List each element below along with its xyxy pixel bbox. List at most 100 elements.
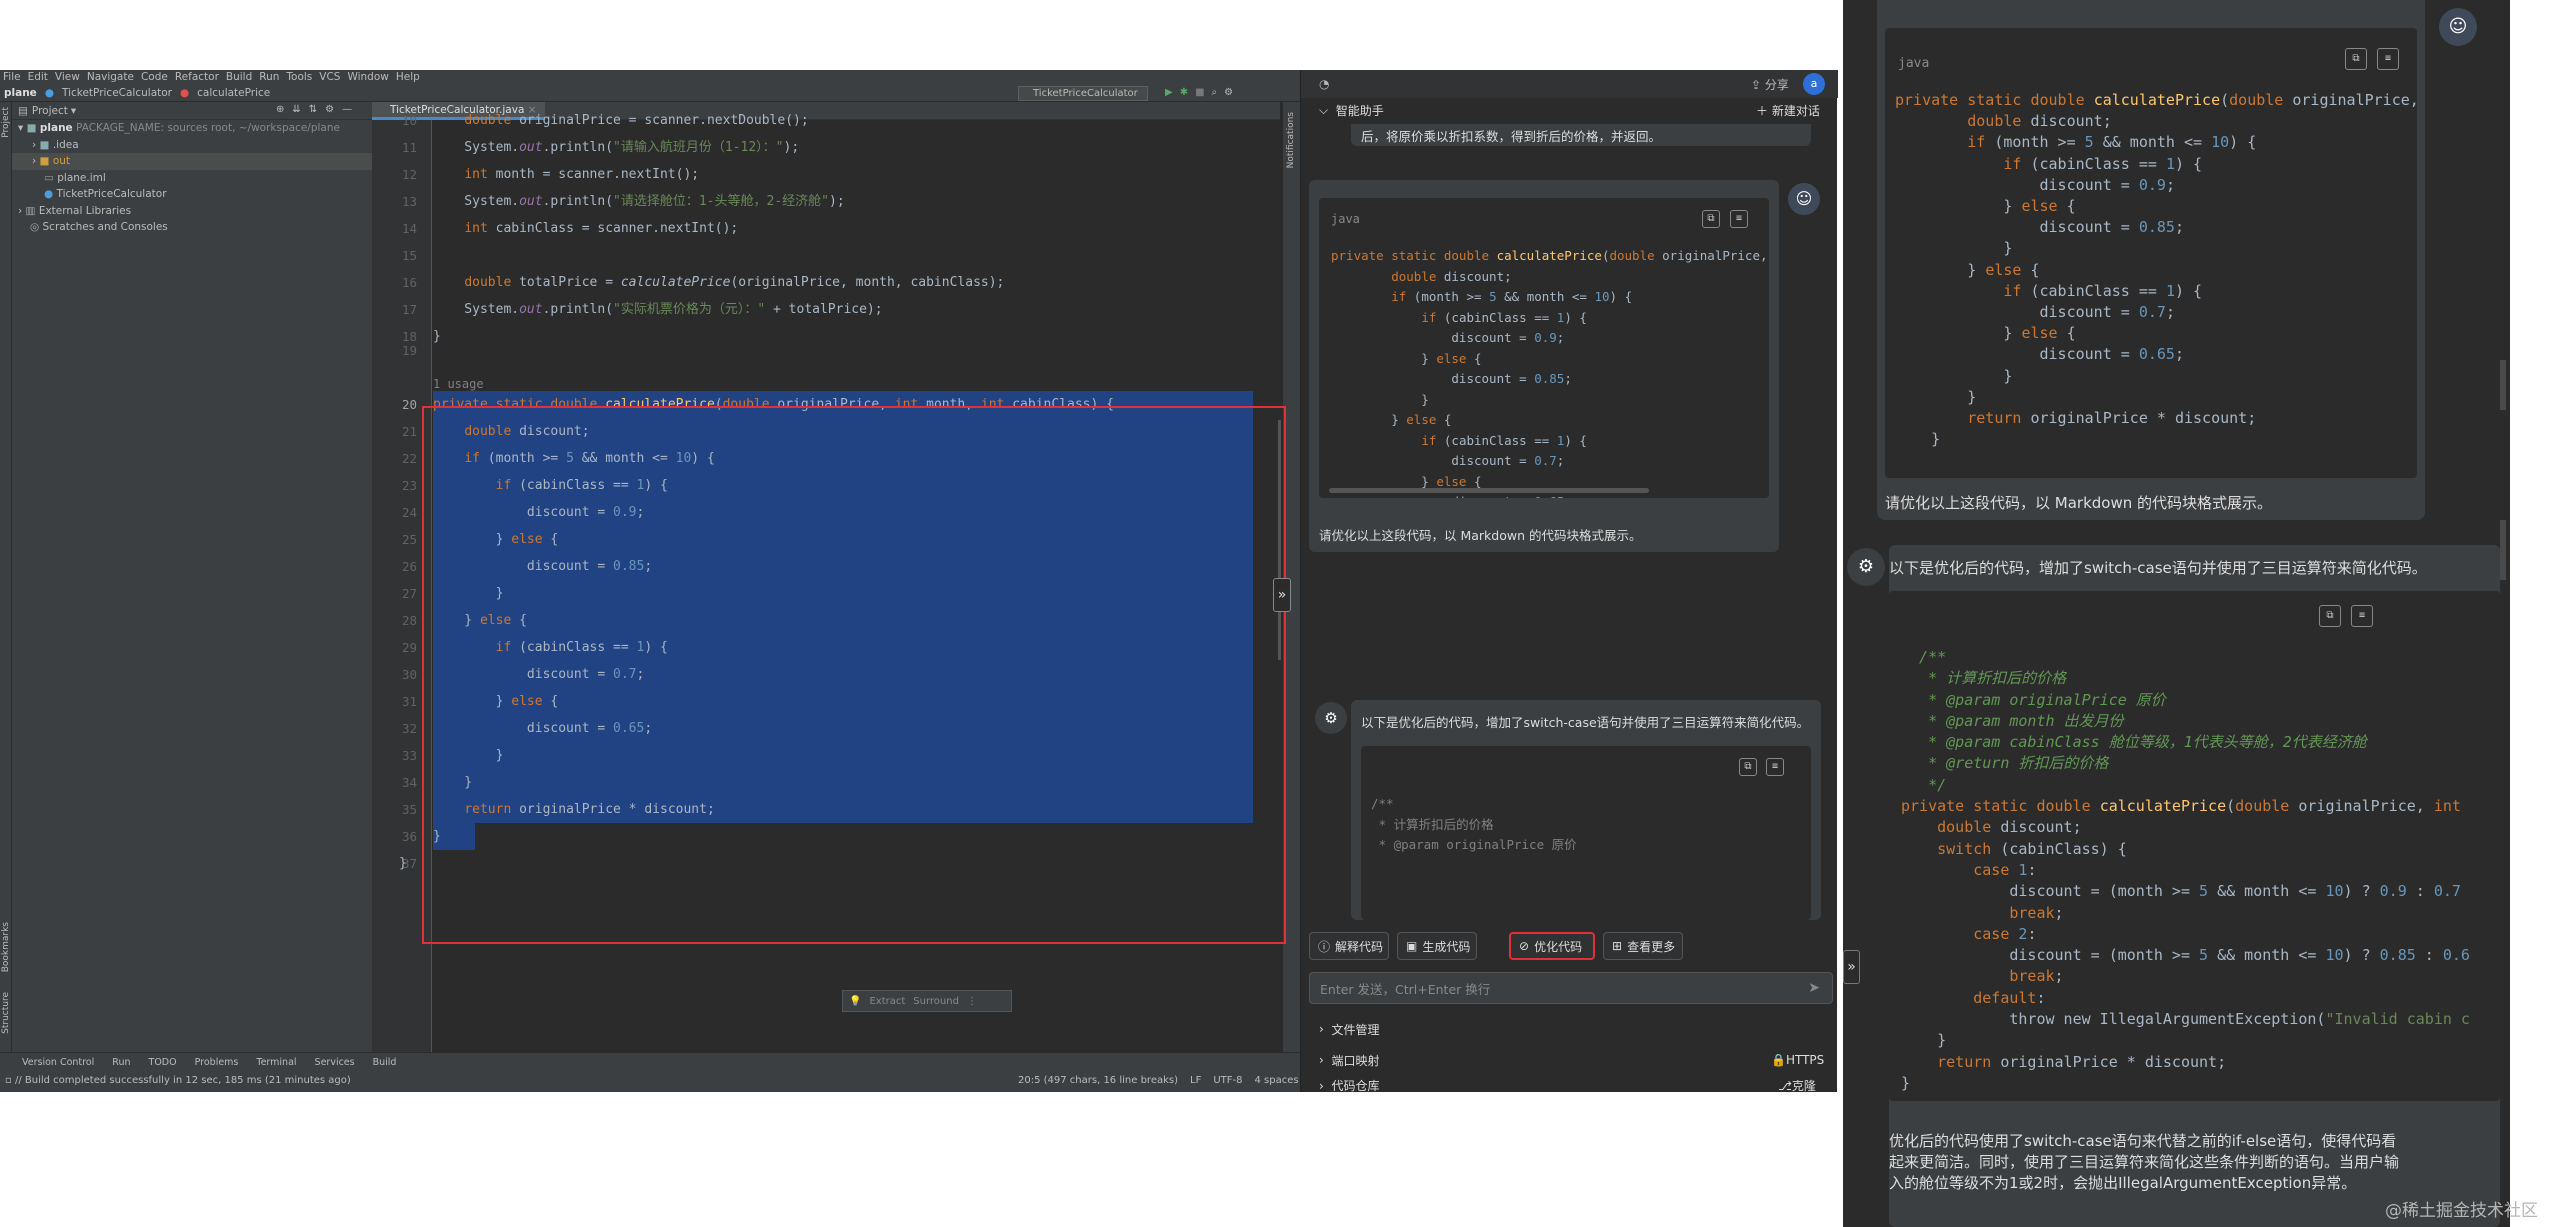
copy-icon[interactable]: ⧉ [1739, 758, 1757, 776]
bookmarks-tool-tab[interactable]: Bookmarks [1, 922, 11, 972]
menu-item[interactable]: Help [396, 71, 420, 83]
code-block[interactable]: ⧉ ≡ /** * 计算折扣后的价格 * @param originalPric… [1361, 746, 1811, 920]
tree-item-external-libraries[interactable]: › ▥ External Libraries [12, 203, 372, 220]
code-line: int month = scanner.nextInt(); [464, 167, 700, 182]
check-circle-icon: ⊘ [1519, 939, 1530, 953]
bottom-tab[interactable]: Services [315, 1057, 355, 1068]
insert-icon[interactable]: ≡ [2377, 48, 2399, 70]
locate-icon[interactable]: ⊕ [276, 104, 284, 115]
bottom-tool-tabs: Version Control Run TODO Problems Terminal Se… [0, 1053, 1300, 1068]
section-port-mapping[interactable]: › 端口映射 🔒HTTPS [1301, 1048, 1838, 1072]
insert-icon[interactable]: ≡ [1766, 758, 1784, 776]
menu-item[interactable]: Run [259, 71, 279, 83]
surround-action[interactable]: Surround [913, 996, 959, 1007]
bottom-tab[interactable]: Run [112, 1057, 130, 1068]
breadcrumb-method[interactable]: calculatePrice [197, 87, 270, 99]
stop-icon[interactable]: ■ [1195, 87, 1204, 98]
extract-action[interactable]: Extract [869, 996, 905, 1007]
breadcrumb-project[interactable]: plane [4, 87, 37, 99]
new-chat-button[interactable]: ＋ 新建对话 [1756, 102, 1820, 119]
expand-all-icon[interactable]: ⇅ [309, 104, 317, 115]
bottom-tab[interactable]: Terminal [256, 1057, 296, 1068]
java-class-icon: ● [44, 188, 54, 200]
ide-window: File Edit View Navigate Code Refactor Build Run… [0, 70, 1838, 1092]
run-icon[interactable]: ▶ [1165, 87, 1173, 98]
menu-item[interactable]: Tools [286, 71, 312, 83]
menu-item[interactable]: Refactor [175, 71, 219, 83]
menu-item[interactable]: Code [141, 71, 168, 83]
code-block[interactable]: java ⧉ ≡ private static double calculate… [1885, 28, 2417, 478]
project-panel-title[interactable]: Project [32, 105, 68, 117]
explain-code-button[interactable]: ⓘ 解释代码 [1309, 932, 1389, 960]
insert-icon[interactable]: ≡ [2351, 605, 2373, 627]
collapse-all-icon[interactable]: ⇊ [292, 104, 300, 115]
section-code-repo[interactable]: › 代码仓库 ⎇克隆 [1301, 1079, 1838, 1092]
send-icon[interactable]: ➤ [1808, 980, 1820, 996]
tree-item-plane[interactable]: ▾ ■ plane PACKAGE_NAME: sources root, ~/… [12, 120, 372, 137]
scroll-thumb[interactable] [2500, 360, 2506, 410]
left-tool-strip: Project Bookmarks Structure [0, 102, 12, 1052]
search-icon[interactable]: ⌕ [1212, 87, 1218, 98]
bottom-tab[interactable]: Version Control [22, 1057, 94, 1068]
chevron-down-icon[interactable]: ⌵ [1319, 103, 1328, 118]
status-indicator[interactable]: 20:5 (497 chars, 16 line breaks) [1018, 1075, 1178, 1086]
bottom-tab[interactable]: TODO [149, 1057, 177, 1068]
tree-item-out[interactable]: › ■ out [12, 153, 372, 170]
menu-item[interactable]: Navigate [87, 71, 134, 83]
menu-item[interactable]: VCS [319, 71, 340, 83]
bottom-tab[interactable]: Build [373, 1057, 397, 1068]
notifications-tool-tab[interactable]: Notifications [1286, 112, 1296, 168]
copy-icon[interactable]: ⧉ [2345, 48, 2367, 70]
code-hscrollbar[interactable] [1329, 488, 1649, 493]
copy-icon[interactable]: ⧉ [1702, 210, 1720, 228]
copy-icon[interactable]: ⧉ [2319, 605, 2341, 627]
debug-icon[interactable]: ✱ [1180, 87, 1188, 98]
code-line: double originalPrice = scanner.nextDoubl… [464, 113, 809, 128]
breadcrumb-class[interactable]: TicketPriceCalculator [62, 87, 172, 99]
status-indicator[interactable]: UTF-8 [1213, 1075, 1242, 1086]
more-icon[interactable]: ⋮ [967, 996, 977, 1007]
menu-item[interactable]: View [55, 71, 80, 83]
code-block[interactable]: java ⧉ ≡ private static double calculate… [1319, 198, 1769, 498]
line-number: 12 [401, 167, 417, 182]
settings-icon[interactable]: ⚙ [1224, 87, 1233, 98]
status-message[interactable]: ▫ // Build completed successfully in 12 … [5, 1075, 351, 1086]
tree-item-idea[interactable]: › ■ .idea [12, 137, 372, 154]
menu-item[interactable]: File [3, 71, 21, 83]
optimize-code-button[interactable]: ⊘ 优化代码 [1509, 932, 1595, 960]
chat-input[interactable]: Enter 发送，Ctrl+Enter 换行 ➤ [1309, 972, 1833, 1004]
generate-code-button[interactable]: ▣ 生成代码 [1397, 932, 1477, 960]
code-block[interactable]: ⧉ ≡ /** * 计算折扣后的价格 * @param originalPric… [1889, 591, 2500, 1101]
right-scrollbar[interactable] [2500, 0, 2510, 1227]
scroll-thumb[interactable] [2500, 520, 2506, 580]
structure-tool-tab[interactable]: Structure [1, 992, 11, 1034]
expand-panel-button[interactable]: » [1273, 578, 1291, 612]
https-badge[interactable]: 🔒HTTPS [1771, 1053, 1824, 1067]
context-action-popup[interactable]: 💡 Extract Surround ⋮ [842, 990, 1012, 1012]
menu-item[interactable]: Window [347, 71, 388, 83]
bulb-icon[interactable]: 💡 [849, 996, 861, 1007]
chevron-down-icon[interactable]: ▾ [71, 105, 76, 117]
dashboard-icon[interactable]: ◔ [1319, 77, 1329, 91]
run-configuration-select[interactable]: TicketPriceCalculator [1018, 86, 1148, 101]
menu-item[interactable]: Edit [28, 71, 48, 83]
clone-badge[interactable]: ⎇克隆 [1778, 1079, 1816, 1092]
status-indicator[interactable]: LF [1190, 1075, 1201, 1086]
menu-item[interactable]: Build [226, 71, 252, 83]
minimize-icon[interactable]: — [342, 104, 352, 115]
view-more-button[interactable]: ⊞ 查看更多 [1603, 932, 1683, 960]
share-button[interactable]: ⇪ 分享 [1751, 76, 1789, 93]
tree-item-scratches[interactable]: ◎ Scratches and Consoles [12, 219, 372, 236]
project-tool-tab[interactable]: Project [1, 107, 11, 138]
previous-message: 后，将原价乘以折扣系数，得到折后的价格，并返回。 [1351, 124, 1811, 146]
user-avatar-icon: ☺ [2439, 8, 2477, 46]
gear-icon[interactable]: ⚙ [325, 104, 334, 115]
insert-icon[interactable]: ≡ [1730, 210, 1748, 228]
bottom-tab[interactable]: Problems [195, 1057, 239, 1068]
section-file-management[interactable]: › 文件管理 [1301, 1017, 1838, 1041]
status-indicator[interactable]: 4 spaces [1254, 1075, 1298, 1086]
avatar[interactable]: a [1803, 73, 1825, 95]
expand-panel-button[interactable]: » [1843, 950, 1860, 984]
tree-item-iml[interactable]: ▭ plane.iml [12, 170, 372, 187]
tree-item-class[interactable]: ● TicketPriceCalculator [12, 186, 372, 203]
